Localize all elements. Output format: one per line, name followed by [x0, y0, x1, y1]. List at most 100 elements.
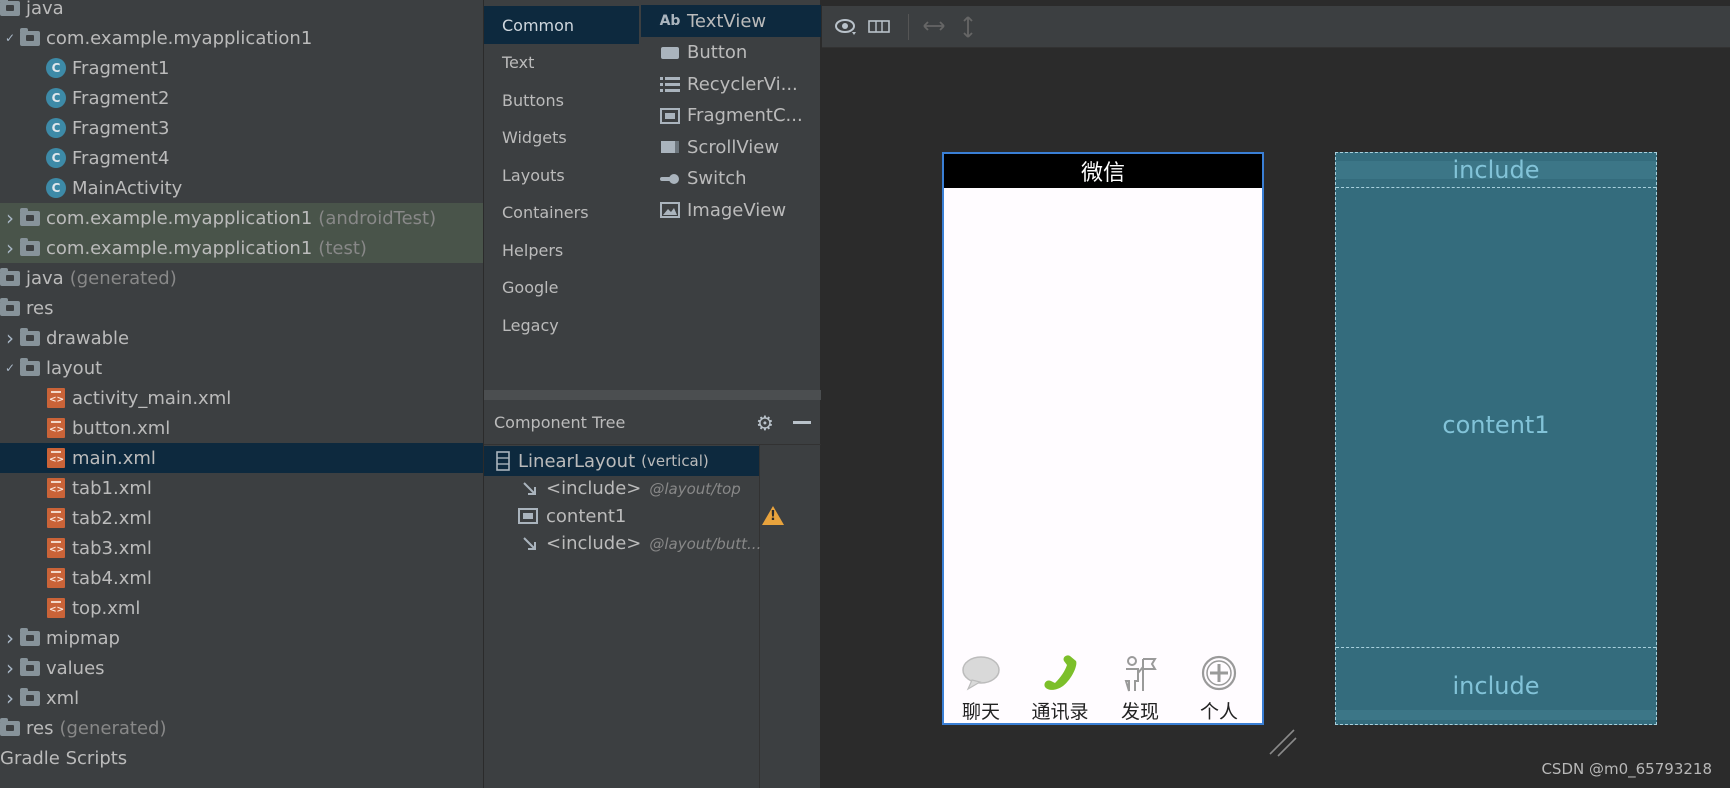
- component-tree-label: <include>: [546, 533, 642, 554]
- class-icon: C: [46, 58, 66, 78]
- palette-divider[interactable]: [484, 390, 821, 400]
- project-tree-row[interactable]: res: [0, 293, 483, 323]
- expand-arrow-icon[interactable]: ✓: [4, 31, 16, 45]
- component-tree-row[interactable]: <include> @layout/top: [484, 474, 741, 504]
- project-tree-row[interactable]: › mipmap: [0, 623, 483, 653]
- project-tree-row[interactable]: › com.example.myapplication1 (androidTest): [0, 203, 483, 233]
- collapse-arrow-icon[interactable]: ›: [4, 236, 16, 260]
- bottom-tab-4[interactable]: 个人: [1182, 652, 1256, 724]
- project-tree-row[interactable]: tab2.xml: [0, 503, 483, 533]
- collapse-arrow-icon[interactable]: ›: [4, 326, 16, 350]
- design-preview-phone[interactable]: 微信 聊天 通讯录 发现 个人: [942, 152, 1264, 725]
- project-tree-row[interactable]: › com.example.myapplication1 (test): [0, 233, 483, 263]
- project-tree-row[interactable]: tab4.xml: [0, 563, 483, 593]
- res-folder-icon: [0, 297, 20, 318]
- phone-icon: [1039, 652, 1081, 693]
- folder-icon: [20, 327, 40, 348]
- project-tree-label: com.example.myapplication1 (test): [46, 238, 367, 259]
- collapse-arrow-icon[interactable]: ›: [4, 626, 16, 650]
- eye-view-options-icon[interactable]: [834, 16, 858, 41]
- component-tree-row[interactable]: <include> @layout/butt...: [484, 529, 761, 559]
- component-tree-divider: [759, 445, 760, 788]
- project-tree-row[interactable]: tab3.xml: [0, 533, 483, 563]
- gear-icon[interactable]: ⚙: [754, 411, 776, 435]
- project-tree-row[interactable]: java: [0, 0, 483, 23]
- project-tree-row[interactable]: C Fragment2: [0, 83, 483, 113]
- component-tree-label: content1: [546, 505, 627, 527]
- project-tree-label: Fragment4: [72, 148, 169, 169]
- project-tree-row[interactable]: res (generated): [0, 713, 483, 743]
- palette-category-common[interactable]: Common: [484, 6, 639, 44]
- palette-category-widgets[interactable]: Widgets: [484, 119, 639, 157]
- project-tree-row[interactable]: C Fragment3: [0, 113, 483, 143]
- top-title-bar[interactable]: 微信: [944, 154, 1262, 188]
- component-tree-row[interactable]: content1: [484, 501, 626, 531]
- project-tree-row[interactable]: C Fragment1: [0, 53, 483, 83]
- layout-columns-icon[interactable]: [868, 16, 890, 41]
- palette-component-button[interactable]: Button: [641, 37, 821, 69]
- project-tree-name: main.xml: [72, 447, 156, 469]
- project-tree-row[interactable]: › values: [0, 653, 483, 683]
- palette-component-switch[interactable]: Switch: [641, 163, 821, 195]
- layout-xml-icon: [46, 448, 66, 468]
- palette-component-scrollview[interactable]: ScrollView: [641, 131, 821, 163]
- collapse-arrow-icon[interactable]: ›: [4, 686, 16, 710]
- project-tree-row[interactable]: C MainActivity: [0, 173, 483, 203]
- folder-icon: [20, 357, 40, 378]
- project-tree-label: tab2.xml: [72, 508, 152, 529]
- palette-category-containers[interactable]: Containers: [484, 194, 639, 232]
- horizontal-resize-icon[interactable]: [922, 16, 946, 41]
- project-tree-row[interactable]: tab1.xml: [0, 473, 483, 503]
- palette-component-recyclervi[interactable]: RecyclerVi...: [641, 68, 821, 100]
- palette-category-helpers[interactable]: Helpers: [484, 231, 639, 269]
- palette-component-textview[interactable]: Ab TextView: [641, 5, 821, 37]
- layout-xml-icon: [46, 418, 66, 438]
- project-tree-label: tab3.xml: [72, 538, 152, 559]
- project-tree-row[interactable]: C Fragment4: [0, 143, 483, 173]
- component-tree-header: Component Tree ⚙: [484, 400, 821, 445]
- project-tree-row[interactable]: main.xml: [0, 443, 483, 473]
- collapse-arrow-icon[interactable]: ›: [4, 656, 16, 680]
- project-tree-label: com.example.myapplication1: [46, 28, 312, 49]
- palette-component-label: ScrollView: [687, 136, 780, 158]
- palette-component-imageview[interactable]: ImageView: [641, 194, 821, 226]
- project-tree-row[interactable]: ✓ com.example.myapplication1: [0, 23, 483, 53]
- design-toolbar: [822, 6, 1730, 48]
- project-tree-row[interactable]: java (generated): [0, 263, 483, 293]
- project-tree-name: res: [26, 717, 54, 739]
- collapse-arrow-icon[interactable]: ›: [4, 206, 16, 230]
- project-tree-row[interactable]: › drawable: [0, 323, 483, 353]
- blueprint-preview[interactable]: include content1 include: [1335, 152, 1657, 725]
- bottom-tab-1[interactable]: 聊天: [944, 652, 1018, 724]
- project-tree-row[interactable]: ✓ layout: [0, 353, 483, 383]
- palette-category-layouts[interactable]: Layouts: [484, 156, 639, 194]
- warning-icon[interactable]: [762, 506, 784, 525]
- project-tree-row[interactable]: top.xml: [0, 593, 483, 623]
- project-tree-label: layout: [46, 358, 102, 379]
- blueprint-content[interactable]: content1: [1336, 187, 1656, 662]
- bottom-tab-2[interactable]: 通讯录: [1023, 652, 1097, 724]
- project-tree-row[interactable]: › xml: [0, 683, 483, 713]
- resize-handle-icon[interactable]: [1268, 728, 1298, 758]
- project-tree-label: java (generated): [26, 268, 177, 289]
- project-tree-row[interactable]: activity_main.xml: [0, 383, 483, 413]
- component-tree-row[interactable]: LinearLayout (vertical): [484, 446, 759, 476]
- palette-component-fragmentc[interactable]: FragmentC...: [641, 100, 821, 132]
- palette-category-buttons[interactable]: Buttons: [484, 81, 639, 119]
- project-tree-name: tab3.xml: [72, 537, 152, 559]
- design-surface: 微信 聊天 通讯录 发现 个人 include content1 include CS…: [822, 0, 1730, 788]
- minimize-icon[interactable]: [793, 421, 811, 424]
- blueprint-top-include[interactable]: include: [1336, 153, 1656, 187]
- folder-icon: [20, 687, 40, 708]
- expand-arrow-icon[interactable]: ✓: [4, 361, 16, 375]
- bottom-tab-3[interactable]: 发现: [1103, 652, 1177, 724]
- palette-category-legacy[interactable]: Legacy: [484, 306, 639, 344]
- blueprint-bottom-include[interactable]: include: [1336, 647, 1656, 724]
- project-tree-row[interactable]: button.xml: [0, 413, 483, 443]
- palette-category-text[interactable]: Text: [484, 44, 639, 82]
- project-tree-row[interactable]: Gradle Scripts: [0, 743, 483, 773]
- vertical-resize-icon[interactable]: [960, 16, 976, 43]
- palette-category-google[interactable]: Google: [484, 269, 639, 307]
- component-tree-title: Component Tree: [494, 412, 626, 432]
- project-tree-label: res: [26, 298, 53, 319]
